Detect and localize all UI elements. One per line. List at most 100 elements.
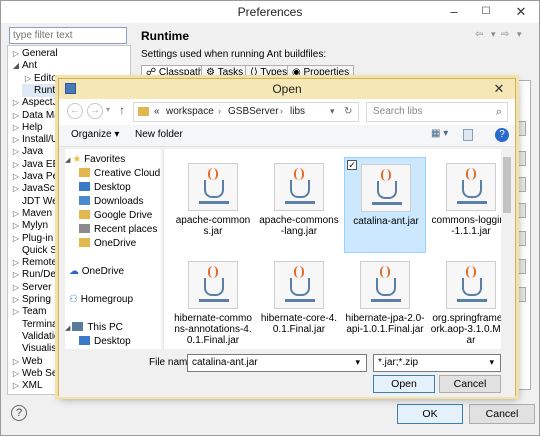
organize-button[interactable]: Organize ▾ — [71, 129, 119, 140]
nav-item-onedrive-favorite[interactable]: OneDrive — [79, 237, 136, 251]
expand-arrow-icon[interactable]: ▷ — [10, 281, 22, 294]
tree-item[interactable]: Runt — [22, 83, 56, 97]
vertical-scrollbar[interactable] — [501, 149, 513, 349]
tree-item[interactable]: ▷ Maven — [10, 207, 52, 220]
breadcrumb-libs[interactable]: libs — [290, 106, 305, 117]
tree-item[interactable]: ▷ Java EE — [10, 158, 59, 171]
file-name-field[interactable]: catalina-ant.jar ▾ — [187, 354, 367, 372]
tree-item[interactable]: ◢ Ant — [10, 59, 37, 72]
file-item[interactable]: hibernate-commons-annotations-4.0.1.Fina… — [172, 255, 254, 349]
expand-arrow-icon[interactable]: ▷ — [10, 268, 22, 281]
close-icon[interactable]: ✕ — [504, 1, 538, 23]
tree-item[interactable]: Termina — [10, 318, 58, 331]
tree-item[interactable]: JDT Wea — [10, 195, 63, 208]
help-icon[interactable]: ? — [495, 128, 509, 142]
expand-arrow-icon[interactable]: ▷ — [10, 367, 22, 380]
tree-item[interactable]: ▷ XML — [10, 379, 43, 392]
tree-item[interactable]: Validatic — [10, 330, 59, 343]
help-icon[interactable]: ? — [11, 405, 27, 421]
ok-button[interactable]: OK — [397, 404, 463, 424]
address-dropdown-icon[interactable]: ▾ — [330, 106, 335, 117]
expand-arrow-icon[interactable]: ◢ — [10, 59, 22, 72]
expand-arrow-icon[interactable]: ▷ — [10, 47, 22, 60]
refresh-icon[interactable]: ↻ — [344, 106, 352, 117]
open-button[interactable]: Open — [373, 375, 435, 393]
chevron-down-icon[interactable]: ▾ — [355, 357, 360, 368]
file-item[interactable]: hibernate-core-4.0.1.Final.jar — [258, 255, 340, 349]
file-item[interactable]: hibernate-jpa-2.0-api-1.0.1.Final.jar — [344, 255, 426, 349]
expand-arrow-icon[interactable]: ▷ — [10, 121, 22, 134]
breadcrumb[interactable]: « workspace › GSBServer › libs ▾ ↻ — [133, 102, 359, 122]
maximize-icon[interactable]: ☐ — [469, 1, 503, 23]
nav-item-desktop[interactable]: Desktop — [79, 181, 131, 195]
expand-arrow-icon[interactable]: ▷ — [10, 158, 22, 171]
nav-item-onedrive[interactable]: ☁ OneDrive — [69, 265, 124, 279]
tree-item[interactable]: ▷ Run/Del — [10, 268, 58, 281]
selection-checkbox[interactable]: ✓ — [347, 160, 357, 170]
tree-item[interactable]: ▷ Java — [10, 145, 43, 158]
tree-item[interactable]: ▷ AspectJ — [10, 96, 58, 109]
up-icon[interactable]: ↑ — [119, 103, 125, 117]
expand-arrow-icon[interactable]: ▷ — [10, 109, 22, 122]
new-folder-button[interactable]: New folder — [135, 129, 183, 140]
filter-input[interactable] — [9, 27, 127, 44]
file-item[interactable]: org.springframework.aop-3.1.0.M2.jar — [430, 255, 512, 349]
nav-item-homegroup[interactable]: ⚇ Homegroup — [69, 293, 133, 307]
tree-item[interactable]: ▷ Web — [10, 355, 42, 368]
nav-item-creative-cloud[interactable]: Creative Cloud Fi — [79, 167, 161, 181]
expand-arrow-icon[interactable]: ▷ — [10, 293, 22, 306]
recent-dropdown-icon[interactable]: ▾ — [106, 105, 110, 114]
tree-item[interactable]: ▷ Help — [10, 121, 43, 134]
back-nav-icon[interactable]: ⇦ — [475, 29, 483, 40]
forward-menu-icon[interactable]: ▾ — [517, 29, 522, 40]
tree-item[interactable]: ▷ Team — [10, 305, 47, 318]
expand-arrow-icon[interactable]: ▷ — [10, 182, 22, 195]
expand-arrow-icon[interactable]: ▷ — [10, 379, 22, 392]
back-menu-icon[interactable]: ▾ — [491, 29, 496, 40]
breadcrumb-workspace[interactable]: workspace — [166, 106, 214, 117]
tree-item[interactable]: ▷ Java Per — [10, 170, 62, 183]
expand-arrow-icon[interactable]: ▷ — [10, 133, 22, 146]
nav-item-favorites[interactable]: ◢ ★ Favorites — [65, 153, 125, 167]
search-input[interactable]: Search libs ⌕ — [366, 102, 508, 122]
preview-pane-icon[interactable] — [463, 129, 473, 141]
nav-item-recent-places[interactable]: Recent places — [79, 223, 157, 237]
cancel-button[interactable]: Cancel — [439, 375, 501, 393]
tree-item[interactable]: ▷ Editor — [22, 72, 60, 85]
expand-arrow-icon[interactable]: ▷ — [10, 256, 22, 269]
file-item[interactable]: commons-logging-1.1.1.jar — [430, 157, 512, 253]
tree-item[interactable]: ▷ Data Ma — [10, 109, 60, 122]
forward-nav-icon[interactable]: ⇨ — [501, 29, 509, 40]
file-item[interactable]: ✓ catalina-ant.jar — [344, 157, 426, 253]
expand-arrow-icon[interactable]: ▷ — [10, 355, 22, 368]
tree-item[interactable]: Visualise — [10, 342, 62, 355]
nav-item-this-pc[interactable]: ◢ This PC — [65, 321, 123, 335]
file-type-select[interactable]: *.jar;*.zip ▾ — [373, 354, 501, 372]
chevron-down-icon[interactable]: ▾ — [489, 357, 494, 368]
file-item[interactable]: apache-commons.jar — [172, 157, 254, 253]
breadcrumb-gsbserver[interactable]: GSBServer — [228, 106, 279, 117]
tree-item[interactable]: ▷ General — [10, 47, 58, 60]
change-view-icon[interactable]: ▦ ▾ — [431, 128, 448, 139]
tree-item[interactable]: ▷ JavaScri — [10, 182, 60, 195]
expand-arrow-icon[interactable]: ▷ — [10, 207, 22, 220]
back-icon[interactable]: ← — [67, 103, 83, 119]
file-item[interactable]: apache-commons-lang.jar — [258, 157, 340, 253]
tree-item[interactable]: ▷ Mylyn — [10, 219, 48, 232]
nav-item-desktop-pc[interactable]: Desktop — [79, 335, 131, 349]
nav-item-google-drive[interactable]: Google Drive — [79, 209, 152, 223]
expand-arrow-icon[interactable]: ▷ — [22, 72, 34, 85]
tree-item[interactable]: ▷ Server — [10, 281, 52, 294]
expand-arrow-icon[interactable]: ▷ — [10, 145, 22, 158]
breadcrumb-overflow[interactable]: « — [154, 106, 160, 117]
scrollbar-thumb[interactable] — [503, 157, 511, 213]
expand-arrow-icon[interactable]: ▷ — [10, 305, 22, 318]
tree-item[interactable]: Quick Se — [10, 244, 63, 257]
tree-item[interactable]: ▷ Web Ser — [10, 367, 61, 380]
expand-arrow-icon[interactable]: ▷ — [10, 96, 22, 109]
tree-item[interactable]: ▷ Spring — [10, 293, 51, 306]
search-icon[interactable]: ⌕ — [496, 106, 502, 119]
tree-item[interactable]: ▷ Install/U — [10, 133, 58, 146]
tree-item[interactable]: ▷ Remote — [10, 256, 57, 269]
cancel-button[interactable]: Cancel — [469, 404, 535, 424]
